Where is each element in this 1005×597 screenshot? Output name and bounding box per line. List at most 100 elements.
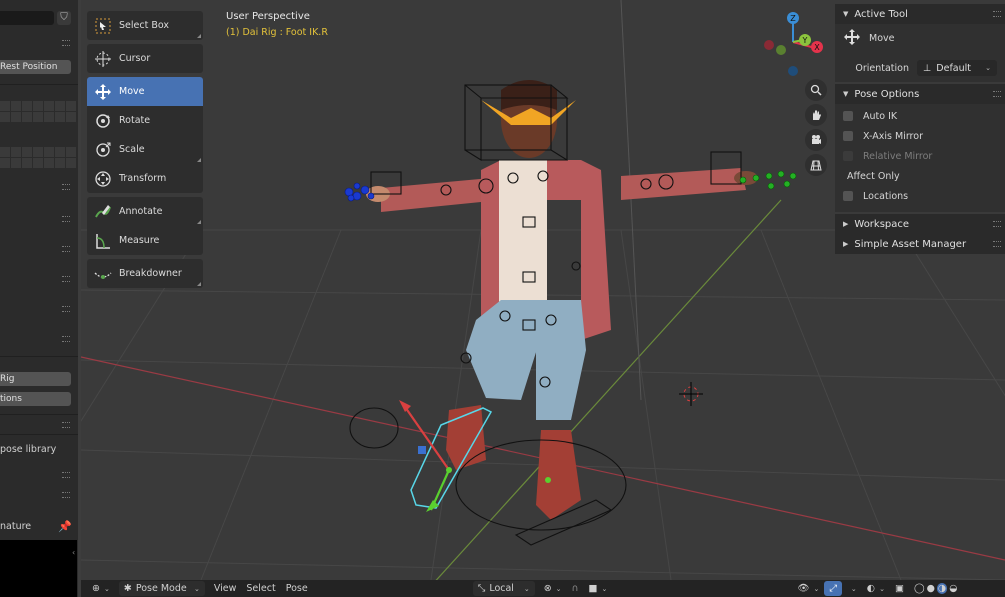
expand-triangle-icon: ▶ (843, 220, 849, 228)
tool-rotate[interactable]: Rotate (87, 106, 203, 135)
perspective-grid-icon[interactable] (805, 154, 827, 176)
chevron-down-icon: ⌄ (985, 64, 991, 72)
active-tool-header[interactable]: ▼ Active Tool (835, 4, 1005, 24)
tool-label: Select Box (119, 20, 169, 31)
tool-scale[interactable]: Scale (87, 135, 203, 164)
mode-selector[interactable]: ✱ Pose Mode ⌄ (118, 581, 205, 596)
auto-ik-row[interactable]: Auto IK (843, 106, 997, 126)
wireframe-shading-icon[interactable]: ◯ (914, 583, 925, 594)
visibility-button[interactable]: 👁 ⌄ (792, 581, 824, 596)
scale-icon (93, 140, 113, 160)
tool-label: Move (119, 86, 145, 97)
orientation-label: Orientation (855, 62, 909, 74)
chevron-down-icon: ⌄ (813, 584, 820, 593)
drag-grip[interactable] (62, 306, 70, 312)
menu-select[interactable]: Select (241, 581, 280, 596)
navigation-gizmo[interactable]: Z X Y (757, 8, 837, 80)
tool-breakdowner[interactable]: Breakdowner (87, 259, 203, 288)
drag-grip[interactable] (993, 91, 1001, 97)
bone-layer-grid[interactable] (0, 147, 76, 157)
options-field[interactable]: tions (0, 392, 71, 406)
divider (0, 84, 78, 85)
tool-label: Annotate (119, 206, 163, 217)
editor-type-button[interactable]: ⊕ ⌄ (87, 581, 115, 596)
rotate-icon (93, 111, 113, 131)
svg-text:Y: Y (802, 36, 808, 45)
menu-pose[interactable]: Pose (281, 581, 313, 596)
tool-label: Measure (119, 235, 160, 246)
pose-options-header[interactable]: ▼ Pose Options (835, 84, 1005, 104)
tool-label: Rotate (119, 115, 151, 126)
bone-layer-grid[interactable] (0, 101, 76, 111)
xray-toggle[interactable]: ▣ (890, 581, 909, 596)
rest-position-button[interactable]: Rest Position (0, 60, 71, 74)
drag-grip[interactable] (62, 422, 70, 428)
breakdowner-tool-group: Breakdowner (87, 259, 203, 288)
solid-shading-icon[interactable]: ● (927, 583, 935, 594)
locations-checkbox[interactable] (843, 191, 853, 201)
workspace-header[interactable]: ▶ Workspace (835, 214, 1005, 234)
drag-grip[interactable] (62, 492, 70, 498)
editor-type-icon: ⊕ (92, 583, 100, 594)
gizmo-toggle[interactable]: ⤢ (824, 581, 842, 596)
camera-icon[interactable] (805, 129, 827, 151)
chevron-down-icon: ⌄ (103, 584, 110, 593)
bone-layer-grid[interactable] (0, 112, 76, 122)
magnet-icon: ∩ (571, 583, 579, 594)
drag-grip[interactable] (62, 276, 70, 282)
snap-target-button[interactable]: ■ ⌄ (584, 581, 613, 596)
material-shading-icon[interactable]: ◑ (936, 583, 948, 594)
drag-grip[interactable] (62, 216, 70, 222)
rig-field[interactable]: Rig (0, 372, 71, 386)
transform-icon (93, 169, 113, 189)
locations-row[interactable]: Locations (843, 186, 997, 206)
x-axis-mirror-label: X-Axis Mirror (863, 130, 923, 142)
collapse-arrow-icon[interactable]: ‹ (72, 548, 75, 557)
orientation-dropdown[interactable]: ⊥ Default ⌄ (917, 60, 997, 76)
asset-manager-header[interactable]: ▶ Simple Asset Manager (835, 234, 1005, 254)
tool-cursor[interactable]: Cursor (87, 44, 203, 73)
tool-move[interactable]: Move (87, 77, 203, 106)
zoom-icon[interactable] (805, 79, 827, 101)
bone-layer-grid[interactable] (0, 158, 76, 168)
text-field[interactable] (0, 11, 54, 25)
left-properties-panel: ⛉ Rest Position Rig tions pose library n… (0, 0, 80, 597)
breakdowner-icon (93, 264, 113, 284)
chevron-down-icon: ⌄ (193, 584, 200, 593)
annotate-tool-group: Annotate Measure (87, 197, 203, 255)
pan-hand-icon[interactable] (805, 104, 827, 126)
panel-title: Simple Asset Manager (854, 238, 967, 250)
drag-grip[interactable] (993, 221, 1001, 227)
transform-orientation-selector[interactable]: ⤡ Local ⌄ (472, 581, 535, 596)
pivot-point-button[interactable]: ⊗ ⌄ (539, 581, 567, 596)
tool-transform[interactable]: Transform (87, 164, 203, 193)
drag-grip[interactable] (62, 246, 70, 252)
chevron-down-icon: ⌄ (601, 584, 608, 593)
shading-buttons[interactable]: ◯ ● ◑ ◒ (909, 581, 963, 596)
overlays-button[interactable]: ◐ ⌄ (862, 581, 890, 596)
drag-grip[interactable] (62, 184, 70, 190)
drag-grip[interactable] (62, 40, 70, 46)
move-icon (93, 82, 113, 102)
pin-icon[interactable]: 📌 (58, 520, 72, 533)
rendered-shading-icon[interactable]: ◒ (949, 583, 957, 594)
gizmo-dropdown[interactable]: ⌄ (842, 581, 862, 596)
cursor-icon (93, 49, 113, 69)
active-tool-row[interactable]: Move (843, 28, 997, 48)
auto-ik-checkbox[interactable] (843, 111, 853, 121)
menu-view[interactable]: View (209, 581, 242, 596)
x-axis-mirror-row[interactable]: X-Axis Mirror (843, 126, 997, 146)
overlay-icon: ◐ (866, 583, 876, 594)
snap-square-icon: ■ (588, 583, 598, 594)
drag-grip[interactable] (62, 336, 70, 342)
tool-annotate[interactable]: Annotate (87, 197, 203, 226)
drag-grip[interactable] (993, 11, 1001, 17)
shield-icon[interactable]: ⛉ (57, 11, 71, 25)
tool-label: Transform (119, 173, 167, 184)
tool-select-box[interactable]: Select Box (87, 11, 203, 40)
drag-grip[interactable] (993, 241, 1001, 247)
tool-measure[interactable]: Measure (87, 226, 203, 255)
x-axis-mirror-checkbox[interactable] (843, 131, 853, 141)
drag-grip[interactable] (62, 472, 70, 478)
snap-toggle[interactable]: ∩ (567, 581, 584, 596)
